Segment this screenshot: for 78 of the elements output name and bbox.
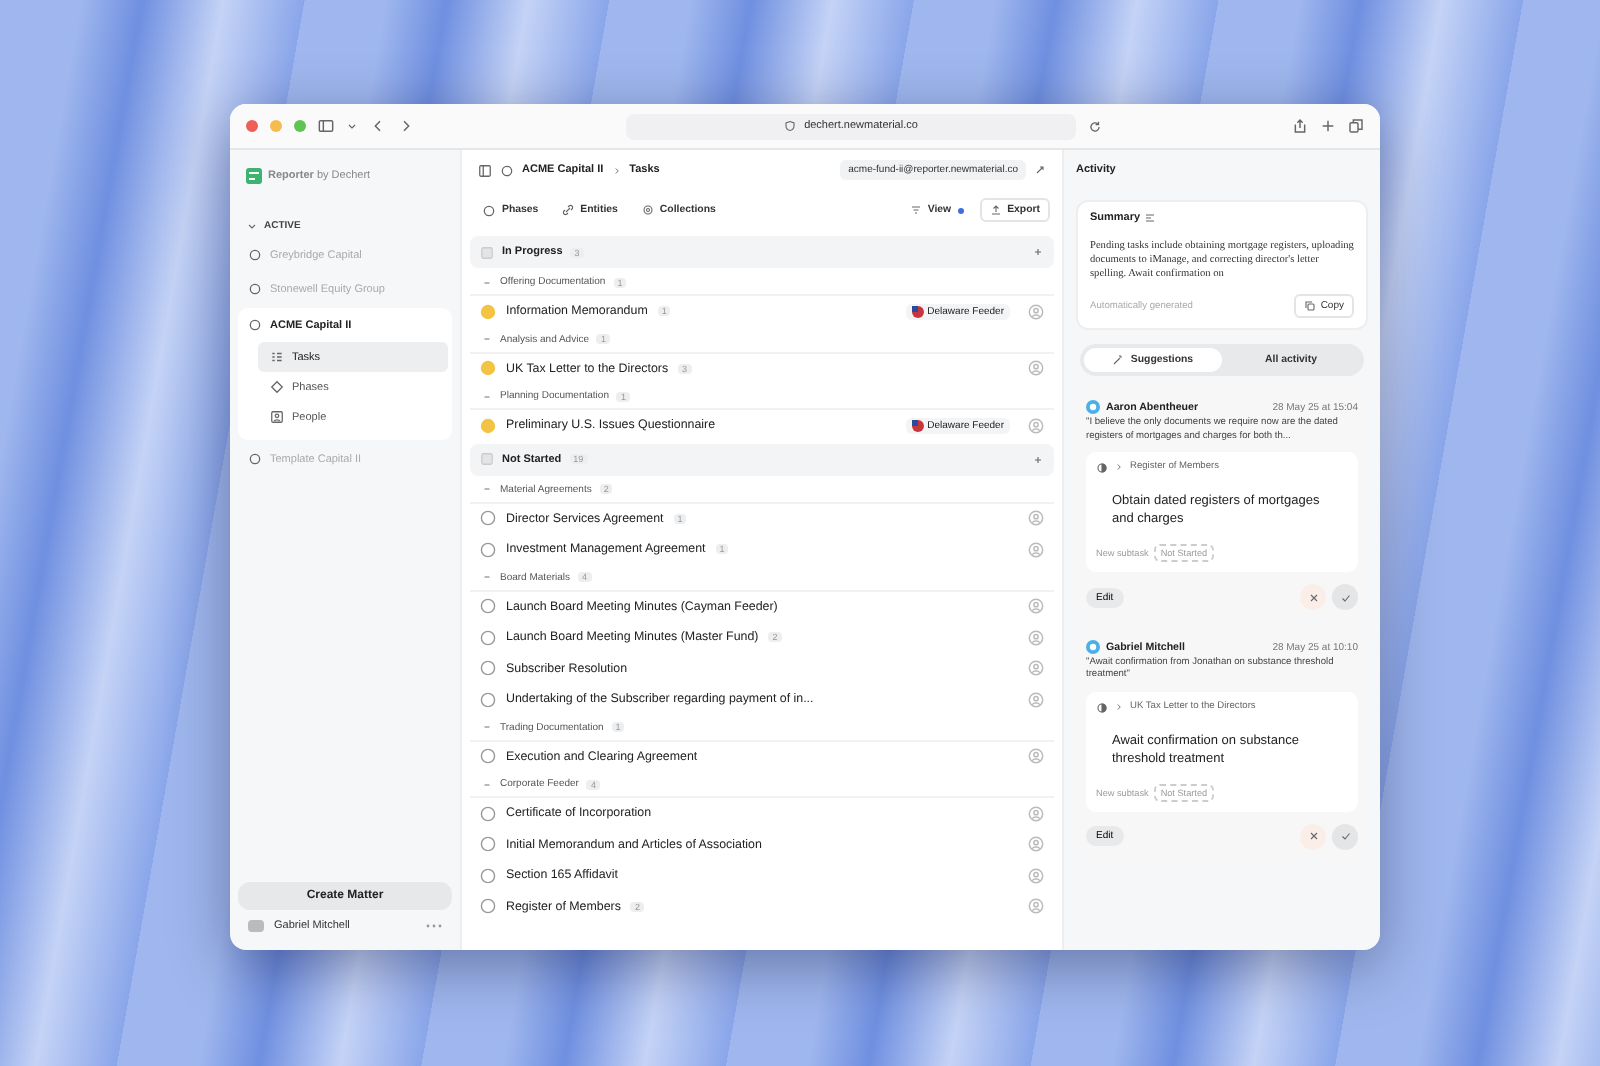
plus-icon bbox=[1032, 453, 1044, 465]
expand-icon bbox=[1034, 164, 1046, 176]
person-icon bbox=[1028, 541, 1044, 558]
new-tab-icon bbox=[1320, 118, 1336, 134]
minus-icon bbox=[482, 334, 492, 344]
close-icon bbox=[1307, 591, 1319, 604]
not-started-icon bbox=[480, 748, 496, 765]
circle-icon bbox=[482, 203, 496, 217]
person-icon bbox=[1028, 898, 1044, 915]
status-box-icon bbox=[480, 245, 494, 259]
panel-icon bbox=[478, 163, 492, 177]
person-icon bbox=[1028, 417, 1044, 434]
forward-icon bbox=[398, 118, 414, 134]
minus-icon bbox=[482, 722, 492, 732]
half-circle-icon bbox=[1096, 461, 1108, 474]
avatar-icon bbox=[248, 920, 264, 932]
person-icon bbox=[1028, 805, 1044, 822]
circle-icon bbox=[248, 248, 262, 262]
logo-icon bbox=[246, 168, 262, 184]
link-icon bbox=[562, 204, 575, 216]
avatar-icon bbox=[1086, 400, 1100, 415]
tabs-icon bbox=[1348, 118, 1364, 134]
flag-icon bbox=[911, 419, 924, 432]
circle-icon bbox=[248, 452, 262, 466]
status-box-icon bbox=[480, 452, 494, 466]
reject-button[interactable] bbox=[1300, 823, 1326, 850]
minus-icon bbox=[482, 391, 492, 401]
people-icon bbox=[270, 410, 284, 424]
list-icon bbox=[270, 350, 284, 364]
half-circle-icon bbox=[1096, 701, 1108, 714]
accept-button[interactable] bbox=[1332, 584, 1358, 611]
accept-button[interactable] bbox=[1332, 823, 1358, 850]
flag-icon bbox=[911, 305, 924, 318]
minus-icon bbox=[482, 277, 492, 287]
chevron-right-icon bbox=[1114, 462, 1124, 473]
share-icon bbox=[1292, 118, 1308, 134]
chevron-down-icon bbox=[246, 220, 258, 232]
minus-icon bbox=[482, 779, 492, 789]
person-icon bbox=[1028, 303, 1044, 320]
avatar-icon bbox=[1086, 640, 1100, 655]
person-icon bbox=[1028, 510, 1044, 527]
chevron-down-icon bbox=[346, 120, 358, 132]
in-progress-icon bbox=[480, 417, 496, 434]
diamond-icon bbox=[270, 380, 284, 394]
plus-icon bbox=[1032, 246, 1044, 258]
reload-icon bbox=[1088, 119, 1102, 133]
chevron-right-icon bbox=[1114, 702, 1124, 713]
circle-icon bbox=[500, 163, 514, 177]
in-progress-icon bbox=[480, 303, 496, 320]
reject-button[interactable] bbox=[1300, 584, 1326, 611]
more-icon[interactable] bbox=[426, 922, 442, 930]
filter-icon bbox=[909, 204, 922, 216]
person-icon bbox=[1028, 748, 1044, 765]
person-icon bbox=[1028, 691, 1044, 708]
check-icon bbox=[1339, 591, 1351, 604]
person-icon bbox=[1028, 360, 1044, 377]
person-icon bbox=[1028, 629, 1044, 646]
minus-icon bbox=[482, 484, 492, 494]
chevron-right-icon bbox=[611, 165, 622, 175]
person-icon bbox=[1028, 660, 1044, 677]
check-icon bbox=[1339, 830, 1351, 843]
wand-icon bbox=[1112, 354, 1125, 367]
copy-icon bbox=[1304, 300, 1317, 313]
circle-icon bbox=[248, 282, 262, 296]
close-icon bbox=[1307, 830, 1319, 843]
close-button[interactable] bbox=[246, 120, 258, 132]
circle-icon bbox=[248, 318, 262, 332]
person-icon bbox=[1028, 598, 1044, 615]
minimize-button[interactable] bbox=[270, 120, 282, 132]
maximize-button[interactable] bbox=[294, 120, 306, 132]
in-progress-icon bbox=[480, 360, 496, 377]
upload-icon bbox=[989, 204, 1002, 216]
shield-icon bbox=[784, 120, 797, 132]
back-icon bbox=[370, 118, 386, 134]
person-icon bbox=[1028, 836, 1044, 853]
minus-icon bbox=[482, 572, 492, 582]
person-icon bbox=[1028, 867, 1044, 884]
sidebar-icon bbox=[318, 118, 334, 134]
